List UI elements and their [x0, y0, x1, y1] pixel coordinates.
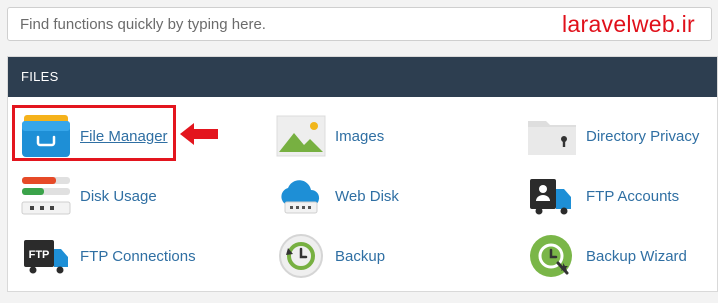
- backup-wizard-label[interactable]: Backup Wizard: [586, 248, 687, 265]
- web-disk-link[interactable]: Web Disk: [273, 168, 399, 224]
- web-disk-label[interactable]: Web Disk: [335, 188, 399, 205]
- ftp-accounts-link[interactable]: FTP Accounts: [524, 168, 679, 224]
- images-label[interactable]: Images: [335, 128, 384, 145]
- search-bar: laravelweb.ir: [7, 7, 712, 41]
- ftp-icon-text: FTP: [29, 249, 50, 261]
- search-input[interactable]: [8, 8, 540, 40]
- images-link[interactable]: Images: [273, 108, 384, 164]
- file-manager-link[interactable]: File Manager: [18, 108, 168, 164]
- directory-privacy-link[interactable]: Directory Privacy: [524, 108, 699, 164]
- ftp-accounts-icon: [524, 171, 580, 221]
- disk-usage-label[interactable]: Disk Usage: [80, 188, 157, 205]
- file-manager-icon: [18, 111, 74, 161]
- images-icon: [273, 111, 329, 161]
- backup-wizard-link[interactable]: Backup Wizard: [524, 228, 687, 284]
- ftp-accounts-label[interactable]: FTP Accounts: [586, 188, 679, 205]
- ftp-connections-label[interactable]: FTP Connections: [80, 248, 196, 265]
- backup-icon: [273, 231, 329, 281]
- backup-link[interactable]: Backup: [273, 228, 385, 284]
- files-panel: FILES File Manager Images Directory Priv…: [7, 56, 718, 292]
- backup-wizard-icon: [524, 231, 580, 281]
- disk-usage-icon: [18, 171, 74, 221]
- arrow-left-icon: [180, 123, 218, 145]
- panel-title[interactable]: FILES: [8, 57, 717, 97]
- file-manager-label[interactable]: File Manager: [80, 128, 168, 145]
- watermark: laravelweb.ir: [561, 11, 695, 37]
- disk-usage-link[interactable]: Disk Usage: [18, 168, 157, 224]
- directory-privacy-icon: [524, 111, 580, 161]
- ftp-connections-icon: FTP: [18, 231, 74, 281]
- web-disk-icon: [273, 171, 329, 221]
- ftp-connections-link[interactable]: FTP FTP Connections: [18, 228, 196, 284]
- directory-privacy-label[interactable]: Directory Privacy: [586, 128, 699, 145]
- files-grid: File Manager Images Directory Privacy Di…: [8, 97, 717, 287]
- backup-label[interactable]: Backup: [335, 248, 385, 265]
